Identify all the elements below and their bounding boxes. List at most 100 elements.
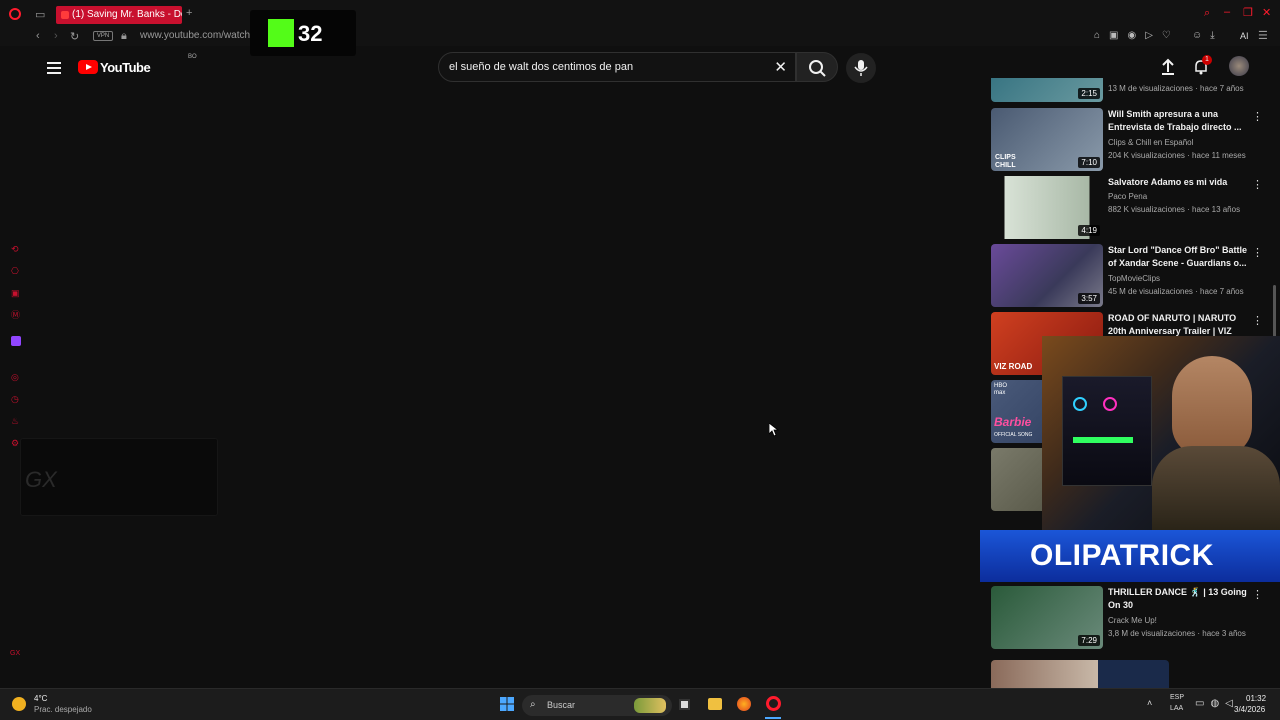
firefox-icon[interactable] xyxy=(737,697,751,711)
video-thumbnail[interactable]: 4:19 xyxy=(991,176,1103,239)
sidebar-scrollbar[interactable] xyxy=(1273,285,1276,337)
youtube-play-icon xyxy=(78,60,98,74)
list-item[interactable] xyxy=(990,660,1280,688)
avatar[interactable] xyxy=(1229,56,1249,76)
streamer-name: OLIPATRICK xyxy=(1030,539,1214,572)
system-tray-icons[interactable]: ▭◍◁ xyxy=(1195,698,1239,709)
rgb-fan xyxy=(1073,397,1087,411)
country-code: BO xyxy=(188,54,197,60)
opera-gx-logo-icon[interactable] xyxy=(9,8,21,20)
windows-start-icon[interactable] xyxy=(500,697,514,711)
vpn-badge[interactable]: VPN xyxy=(93,31,113,41)
opera-gx-taskbar-icon[interactable] xyxy=(766,696,781,711)
channel-name[interactable]: TopMovieClips xyxy=(1108,274,1160,283)
reload-icon[interactable]: ↻ xyxy=(70,30,79,43)
video-duration: 4:19 xyxy=(1078,225,1100,236)
video-title[interactable]: THRILLER DANCE 🕺 | 13 Going On 30 xyxy=(1108,586,1248,612)
tab-title: (1) Saving Mr. Banks - Dos xyxy=(72,9,182,20)
streamer-webcam xyxy=(1042,336,1280,530)
twitch-icon[interactable] xyxy=(11,336,21,346)
video-title[interactable]: Will Smith apresura a una Entrevista de … xyxy=(1108,108,1248,134)
lock-icon[interactable]: 🔒︎ xyxy=(121,30,127,43)
mouse-cursor-icon xyxy=(769,423,779,437)
gx-corner-label[interactable]: GX xyxy=(10,650,20,657)
sidebar-tool-icons[interactable]: ◎ ◷ ♨ ⚙ xyxy=(11,366,19,454)
rgb-strip xyxy=(1073,437,1133,443)
more-actions-icon[interactable]: ⋮ xyxy=(1252,314,1263,327)
taskbar-search[interactable]: ⌕ Buscar xyxy=(522,695,672,716)
video-meta: 13 M de visualizaciones · hace 7 años xyxy=(1108,84,1244,93)
thumbnail-text: Barbie xyxy=(994,415,1032,429)
tab-manager-icon[interactable]: ▭ xyxy=(35,8,45,21)
clock-date[interactable]: 3/4/2026 xyxy=(1234,705,1265,714)
kick-logo-icon xyxy=(268,19,294,47)
browser-toolbar-icons[interactable]: ⌂▣◉▷♡ xyxy=(1094,30,1180,41)
streamer-body xyxy=(1152,446,1280,530)
keyboard-layout-indicator[interactable]: LAA xyxy=(1170,705,1183,712)
clear-search-icon[interactable]: ✕ xyxy=(774,58,787,76)
weather-temperature[interactable]: 4°C xyxy=(34,694,47,703)
taskbar-search-placeholder: Buscar xyxy=(547,700,576,710)
windows-taskbar: 4°C Prac. despejado ⌕ Buscar ˄ ESP LAA ▭… xyxy=(0,688,1280,720)
video-thumbnail[interactable]: 2:15 xyxy=(991,78,1103,102)
minimize-button[interactable]: – xyxy=(1224,6,1230,18)
list-item[interactable]: 7:29 THRILLER DANCE 🕺 | 13 Going On 30 C… xyxy=(990,586,1280,650)
more-actions-icon[interactable]: ⋮ xyxy=(1252,246,1263,259)
video-meta: 45 M de visualizaciones · hace 7 años xyxy=(1108,287,1244,296)
list-item[interactable]: 3:57 Star Lord "Dance Off Bro" Battle of… xyxy=(990,244,1280,308)
thumbnail-text: CLIPS CHILL xyxy=(995,154,1016,169)
video-title[interactable]: ROAD OF NARUTO | NARUTO 20th Anniversary… xyxy=(1108,312,1248,338)
profile-download-icons[interactable]: ☺⤓ xyxy=(1192,30,1223,41)
video-duration: 7:29 xyxy=(1078,635,1100,646)
video-title[interactable]: Star Lord "Dance Off Bro" Battle of Xand… xyxy=(1108,244,1248,270)
video-title[interactable]: Salvatore Adamo es mi vida xyxy=(1108,176,1248,189)
sidebar-app-icons[interactable]: ⟲ ⎔ ▣ Ⓜ xyxy=(11,238,20,326)
task-view-icon[interactable] xyxy=(679,699,690,710)
more-actions-icon[interactable]: ⋮ xyxy=(1252,110,1263,123)
video-thumbnail[interactable] xyxy=(991,660,1169,688)
video-thumbnail[interactable]: 7:29 xyxy=(991,586,1103,649)
search-input-value: el sueño de walt dos centimos de pan xyxy=(449,61,634,73)
show-hidden-icons[interactable]: ˄ xyxy=(1147,698,1152,708)
tab-youtube[interactable]: (1) Saving Mr. Banks - Dos xyxy=(56,6,182,24)
new-tab-button[interactable]: + xyxy=(186,7,192,19)
list-item[interactable]: CLIPS CHILL 7:10 Will Smith apresura a u… xyxy=(990,108,1280,172)
language-indicator[interactable]: ESP xyxy=(1170,694,1184,701)
search-tabs-icon[interactable]: ⌕ xyxy=(1204,7,1210,20)
forward-icon[interactable]: › xyxy=(54,30,58,42)
weather-description[interactable]: Prac. despejado xyxy=(34,705,92,714)
back-icon[interactable]: ‹ xyxy=(36,30,40,42)
menu-icon[interactable]: ☰ xyxy=(1258,29,1268,42)
streamer-name-banner: OLIPATRICK xyxy=(980,530,1280,582)
address-url[interactable]: www.youtube.com/watch xyxy=(140,30,250,41)
upload-icon xyxy=(1162,58,1174,75)
video-player-area[interactable] xyxy=(32,90,990,688)
list-item[interactable]: 4:19 Salvatore Adamo es mi vida Paco Pen… xyxy=(990,176,1280,240)
search-highlight-icon xyxy=(634,698,666,713)
search-input[interactable]: el sueño de walt dos centimos de pan ✕ xyxy=(438,52,796,82)
search-button[interactable] xyxy=(796,52,838,82)
video-thumbnail[interactable]: 3:57 xyxy=(991,244,1103,307)
opera-sidebar: ⟲ ⎔ ▣ Ⓜ ◎ ◷ ♨ ⚙ GX xyxy=(0,46,32,688)
guide-menu-icon[interactable] xyxy=(47,62,61,74)
file-explorer-icon[interactable] xyxy=(708,698,722,710)
close-window-button[interactable]: ✕ xyxy=(1262,6,1271,19)
thumbnail-text: VIZ ROAD xyxy=(994,362,1033,371)
maximize-button[interactable]: ❐ xyxy=(1243,6,1253,19)
more-actions-icon[interactable]: ⋮ xyxy=(1252,178,1263,191)
video-thumbnail[interactable]: CLIPS CHILL 7:10 xyxy=(991,108,1103,171)
thumbnail-text: HBO max xyxy=(994,383,1008,396)
youtube-wordmark: YouTube xyxy=(100,60,151,75)
more-actions-icon[interactable]: ⋮ xyxy=(1252,588,1263,601)
list-item[interactable]: 2:15 13 M de visualizaciones · hace 7 añ… xyxy=(990,78,1280,103)
weather-icon[interactable] xyxy=(12,697,26,711)
video-duration: 3:57 xyxy=(1078,293,1100,304)
clock-time[interactable]: 01:32 xyxy=(1246,694,1266,703)
microphone-icon xyxy=(854,60,868,76)
channel-name[interactable]: Clips & Chill en Español xyxy=(1108,138,1193,147)
ai-button[interactable]: AI xyxy=(1240,31,1249,41)
voice-search-button[interactable] xyxy=(846,53,876,83)
channel-name[interactable]: Paco Pena xyxy=(1108,192,1147,201)
youtube-favicon-icon xyxy=(61,11,69,19)
channel-name[interactable]: Crack Me Up! xyxy=(1108,616,1157,625)
